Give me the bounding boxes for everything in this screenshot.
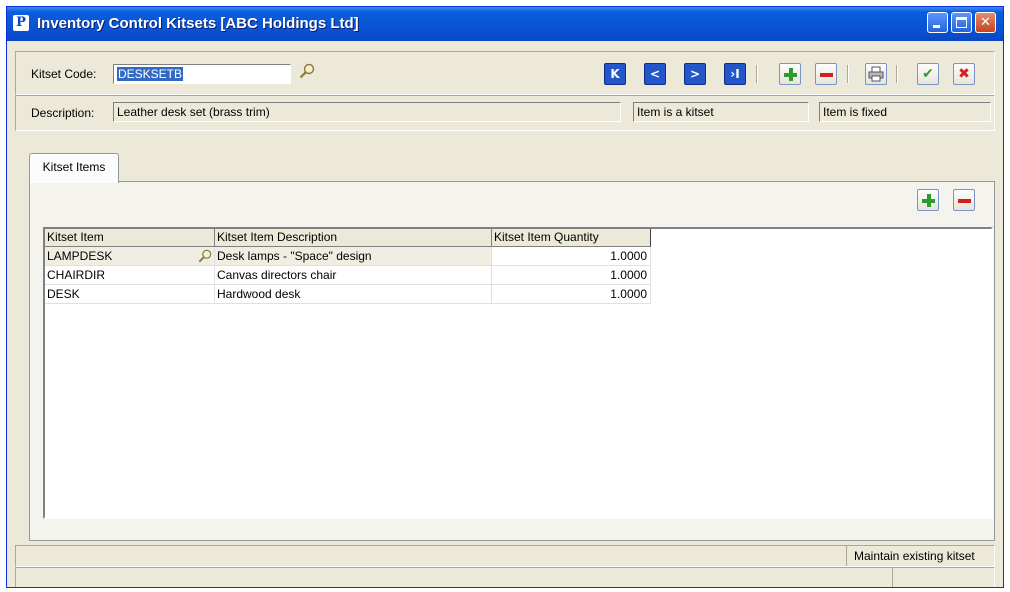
last-record-button[interactable]: ›I — [724, 63, 746, 85]
cell-description[interactable]: Canvas directors chair — [215, 266, 492, 285]
remove-item-button[interactable] — [953, 189, 975, 211]
first-record-button[interactable]: K — [604, 63, 626, 85]
last-record-icon: ›I — [730, 67, 740, 81]
printer-icon — [868, 66, 884, 82]
minus-icon — [958, 199, 971, 203]
status-bar-top: Maintain existing kitset — [15, 545, 995, 567]
previous-record-button[interactable]: < — [644, 63, 666, 85]
fixed-flag-field: Item is fixed — [819, 102, 991, 122]
cell-kitset-item[interactable]: DESK — [45, 285, 215, 304]
cell-quantity[interactable]: 1.0000 — [492, 266, 651, 285]
previous-record-icon: < — [649, 67, 661, 81]
cell-quantity[interactable]: 1.0000 — [492, 285, 651, 304]
add-item-button[interactable] — [917, 189, 939, 211]
kitsets-window: P Inventory Control Kitsets [ABC Holding… — [6, 6, 1004, 588]
description-label: Description: — [31, 106, 95, 120]
checkmark-icon: ✔ — [922, 66, 934, 82]
table-row[interactable]: CHAIRDIR Canvas directors chair 1.0000 — [45, 266, 651, 285]
status-bar-bottom — [15, 567, 995, 587]
app-icon: P — [13, 15, 29, 31]
kitset-flag-field: Item is a kitset — [633, 102, 809, 122]
maximize-icon — [956, 17, 967, 28]
lookup-magnifier-icon[interactable] — [299, 63, 315, 79]
next-record-icon: > — [689, 67, 701, 81]
minimize-button[interactable] — [927, 12, 948, 33]
window-title: Inventory Control Kitsets [ABC Holdings … — [37, 15, 359, 32]
cell-description[interactable]: Desk lamps - "Space" design — [215, 247, 492, 266]
cell-kitset-item[interactable]: CHAIRDIR — [45, 266, 215, 285]
add-record-button[interactable] — [779, 63, 801, 85]
status-divider — [892, 568, 893, 587]
first-record-icon: K — [610, 67, 620, 81]
plus-icon-vertical — [789, 68, 793, 81]
status-divider — [846, 546, 847, 566]
cell-description[interactable]: Hardwood desk — [215, 285, 492, 304]
tab-kitset-items[interactable]: Kitset Items — [29, 153, 119, 183]
cell-kitset-item[interactable]: LAMPDESK — [45, 247, 215, 266]
cell-quantity[interactable]: 1.0000 — [492, 247, 651, 266]
print-button[interactable] — [865, 63, 887, 85]
lookup-magnifier-icon[interactable] — [198, 249, 212, 263]
status-message: Maintain existing kitset — [854, 549, 975, 563]
column-header-description[interactable]: Kitset Item Description — [215, 229, 492, 247]
close-icon: ✕ — [980, 15, 991, 30]
toolbar-separator — [896, 65, 898, 83]
toolbar-separator — [847, 65, 849, 83]
description-field: Leather desk set (brass trim) — [113, 102, 621, 122]
next-record-button[interactable]: > — [684, 63, 706, 85]
cancel-button[interactable]: ✖ — [953, 63, 975, 85]
kitset-code-value: DESKSETB — [117, 67, 184, 81]
kitset-code-input[interactable]: DESKSETB — [113, 64, 291, 84]
cross-icon: ✖ — [958, 66, 970, 82]
table-row[interactable]: DESK Hardwood desk 1.0000 — [45, 285, 651, 304]
delete-record-button[interactable] — [815, 63, 837, 85]
kitset-items-grid: Kitset Item Kitset Item Description Kits… — [43, 227, 993, 519]
table-row[interactable]: LAMPDESK Desk lamps - "Space" design 1.0… — [45, 247, 651, 266]
kitset-code-label: Kitset Code: — [31, 67, 97, 81]
column-header-quantity[interactable]: Kitset Item Quantity — [492, 229, 651, 247]
title-bar[interactable]: P Inventory Control Kitsets [ABC Holding… — [7, 7, 1003, 41]
minimize-icon — [933, 25, 940, 28]
close-button[interactable]: ✕ — [975, 12, 996, 33]
minus-icon — [820, 73, 833, 77]
plus-icon-vertical — [927, 194, 931, 207]
toolbar-separator — [756, 65, 758, 83]
column-header-kitset-item[interactable]: Kitset Item — [45, 229, 215, 247]
maximize-button[interactable] — [951, 12, 972, 33]
save-button[interactable]: ✔ — [917, 63, 939, 85]
